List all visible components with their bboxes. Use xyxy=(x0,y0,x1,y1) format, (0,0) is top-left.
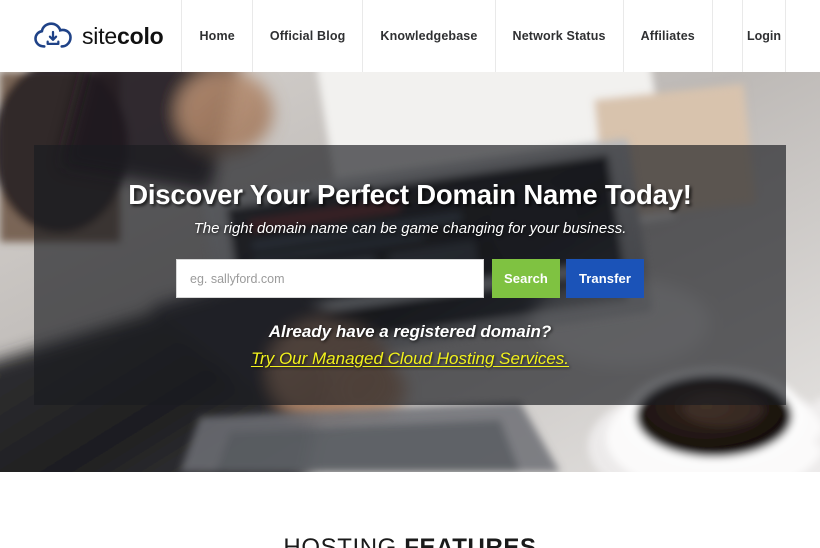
logo-text-light: site xyxy=(82,22,117,49)
main-navigation: Home Official Blog Knowledgebase Network… xyxy=(181,0,820,72)
page-root: sitecolo Home Official Blog Knowledgebas… xyxy=(0,0,820,548)
cta-question-text: Already have a registered domain? xyxy=(268,322,552,341)
transfer-button[interactable]: Transfer xyxy=(566,259,644,298)
search-button[interactable]: Search xyxy=(492,259,560,298)
nav-item-affiliates[interactable]: Affiliates xyxy=(622,0,712,72)
hosting-features-title: HOSTING FEATURES xyxy=(283,534,536,548)
hero-section: Discover Your Perfect Domain Name Today!… xyxy=(0,72,820,472)
nav-item-login[interactable]: Login xyxy=(742,0,786,72)
cloud-download-icon xyxy=(34,22,72,48)
nav-item-network-status[interactable]: Network Status xyxy=(494,0,623,72)
hero-title: Discover Your Perfect Domain Name Today! xyxy=(128,179,692,210)
features-title-light: HOSTING xyxy=(283,534,397,548)
hero-content: Discover Your Perfect Domain Name Today!… xyxy=(34,145,786,405)
hero-subtitle: The right domain name can be game changi… xyxy=(193,220,627,237)
logo-wordmark: sitecolo xyxy=(82,22,164,50)
nav-item-official-blog[interactable]: Official Blog xyxy=(251,0,363,72)
site-header: sitecolo Home Official Blog Knowledgebas… xyxy=(0,0,820,72)
managed-cloud-hosting-link[interactable]: Try Our Managed Cloud Hosting Services. xyxy=(251,349,569,369)
logo-text-bold: colo xyxy=(117,22,164,49)
domain-search-form: Search Transfer xyxy=(176,259,644,298)
features-title-bold: FEATURES xyxy=(404,534,537,548)
domain-search-input[interactable] xyxy=(176,259,484,298)
site-logo[interactable]: sitecolo xyxy=(0,0,181,72)
nav-end-spacer xyxy=(786,0,820,72)
nav-item-knowledgebase[interactable]: Knowledgebase xyxy=(362,0,494,72)
nav-spacer xyxy=(711,0,742,72)
hosting-features-section: HOSTING FEATURES xyxy=(0,472,820,548)
nav-item-home[interactable]: Home xyxy=(181,0,251,72)
